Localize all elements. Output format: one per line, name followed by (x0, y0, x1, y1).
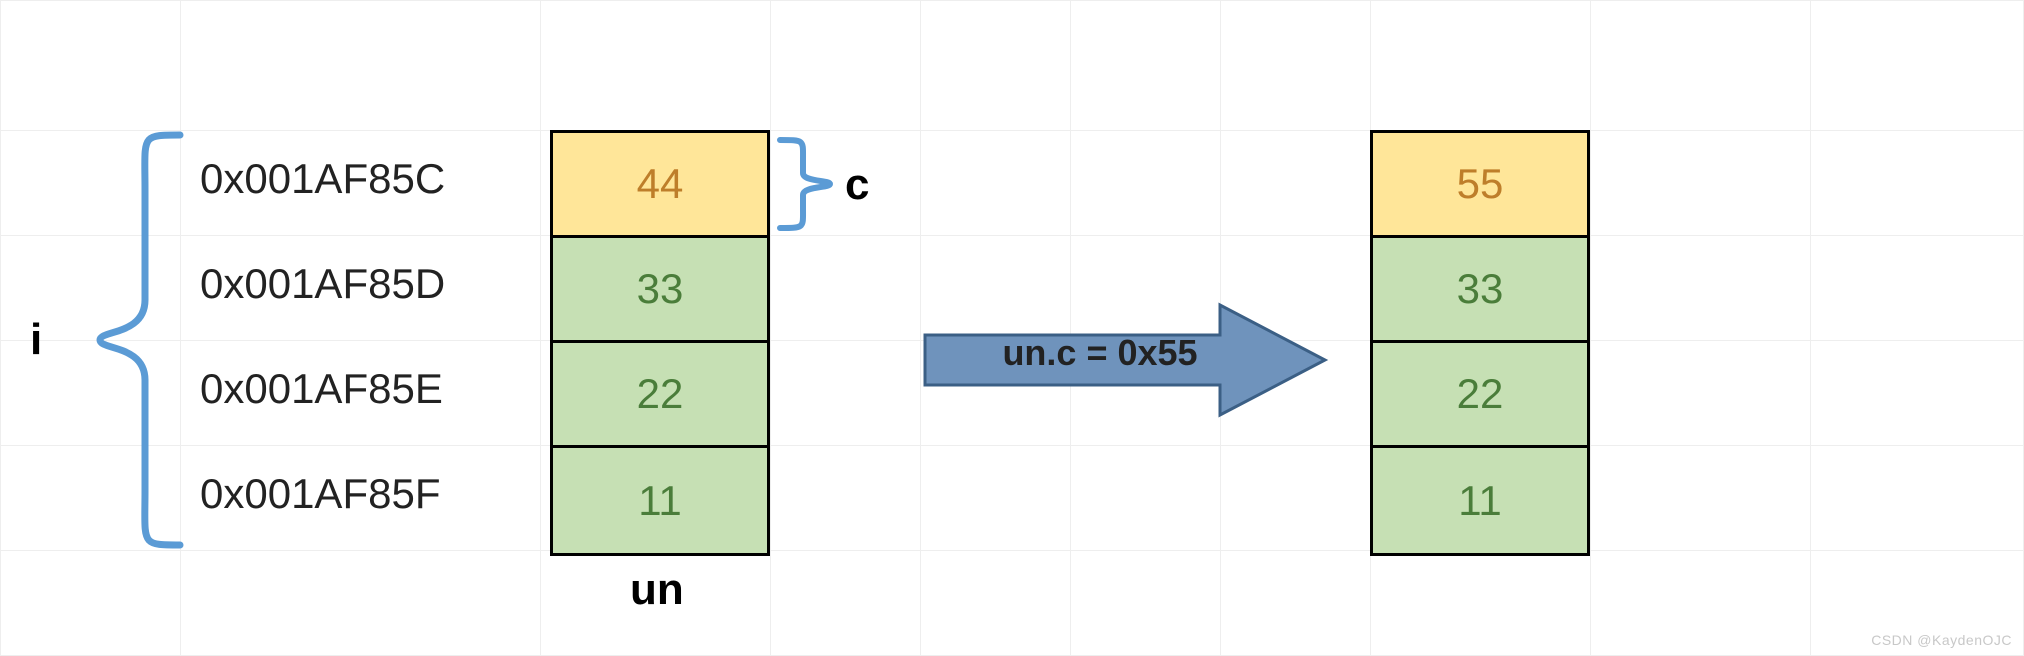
memory-cell: 11 (553, 448, 767, 553)
memory-block-before: 44 33 22 11 (550, 130, 770, 556)
memory-block-after: 55 33 22 11 (1370, 130, 1590, 556)
memory-cell: 55 (1373, 133, 1587, 238)
c-label: c (845, 160, 869, 210)
address-label: 0x001AF85D (200, 231, 530, 336)
address-label: 0x001AF85F (200, 441, 530, 546)
brace-i-icon (90, 130, 190, 550)
memory-cell: 22 (553, 343, 767, 448)
brace-c-icon (775, 135, 835, 233)
i-label: i (30, 315, 42, 365)
memory-cell: 11 (1373, 448, 1587, 553)
address-label: 0x001AF85E (200, 336, 530, 441)
watermark: CSDN @KaydenOJC (1871, 632, 2012, 648)
assignment-text: un.c = 0x55 (935, 332, 1265, 374)
memory-cell: 33 (553, 238, 767, 343)
memory-cell: 44 (553, 133, 767, 238)
un-label: un (630, 565, 684, 615)
memory-cell: 22 (1373, 343, 1587, 448)
address-label: 0x001AF85C (200, 126, 530, 231)
memory-cell: 33 (1373, 238, 1587, 343)
address-column: 0x001AF85C 0x001AF85D 0x001AF85E 0x001AF… (200, 130, 530, 546)
